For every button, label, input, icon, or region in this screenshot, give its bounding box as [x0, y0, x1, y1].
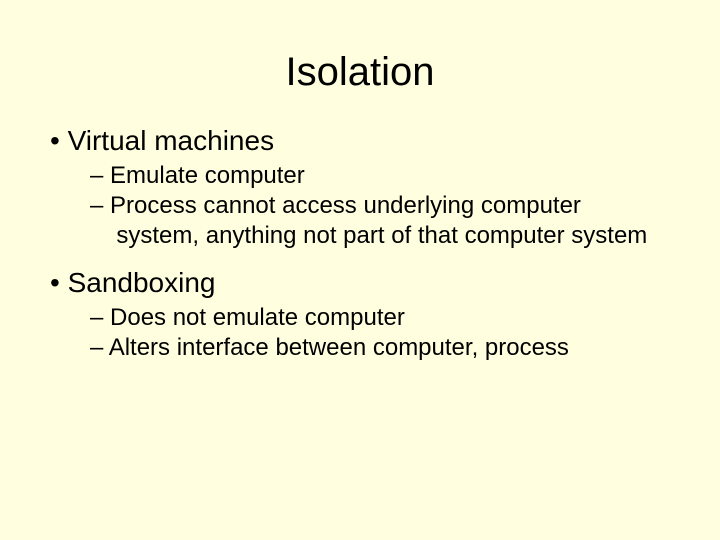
slide-title: Isolation	[50, 50, 670, 95]
bullet-item: Sandboxing Does not emulate computer Alt…	[50, 267, 670, 363]
sub-bullet-item: Process cannot access underlying compute…	[90, 191, 670, 251]
slide: Isolation Virtual machines Emulate compu…	[0, 0, 720, 540]
sub-bullet-item: Does not emulate computer	[90, 303, 670, 333]
sub-bullet-item: Alters interface between computer, proce…	[90, 333, 670, 363]
sub-bullet-list: Emulate computer Process cannot access u…	[50, 161, 670, 251]
bullet-text: Virtual machines	[68, 125, 274, 156]
sub-bullet-list: Does not emulate computer Alters interfa…	[50, 303, 670, 363]
sub-bullet-item: Emulate computer	[90, 161, 670, 191]
bullet-list: Virtual machines Emulate computer Proces…	[50, 125, 670, 363]
bullet-text: Sandboxing	[68, 267, 216, 298]
bullet-item: Virtual machines Emulate computer Proces…	[50, 125, 670, 251]
